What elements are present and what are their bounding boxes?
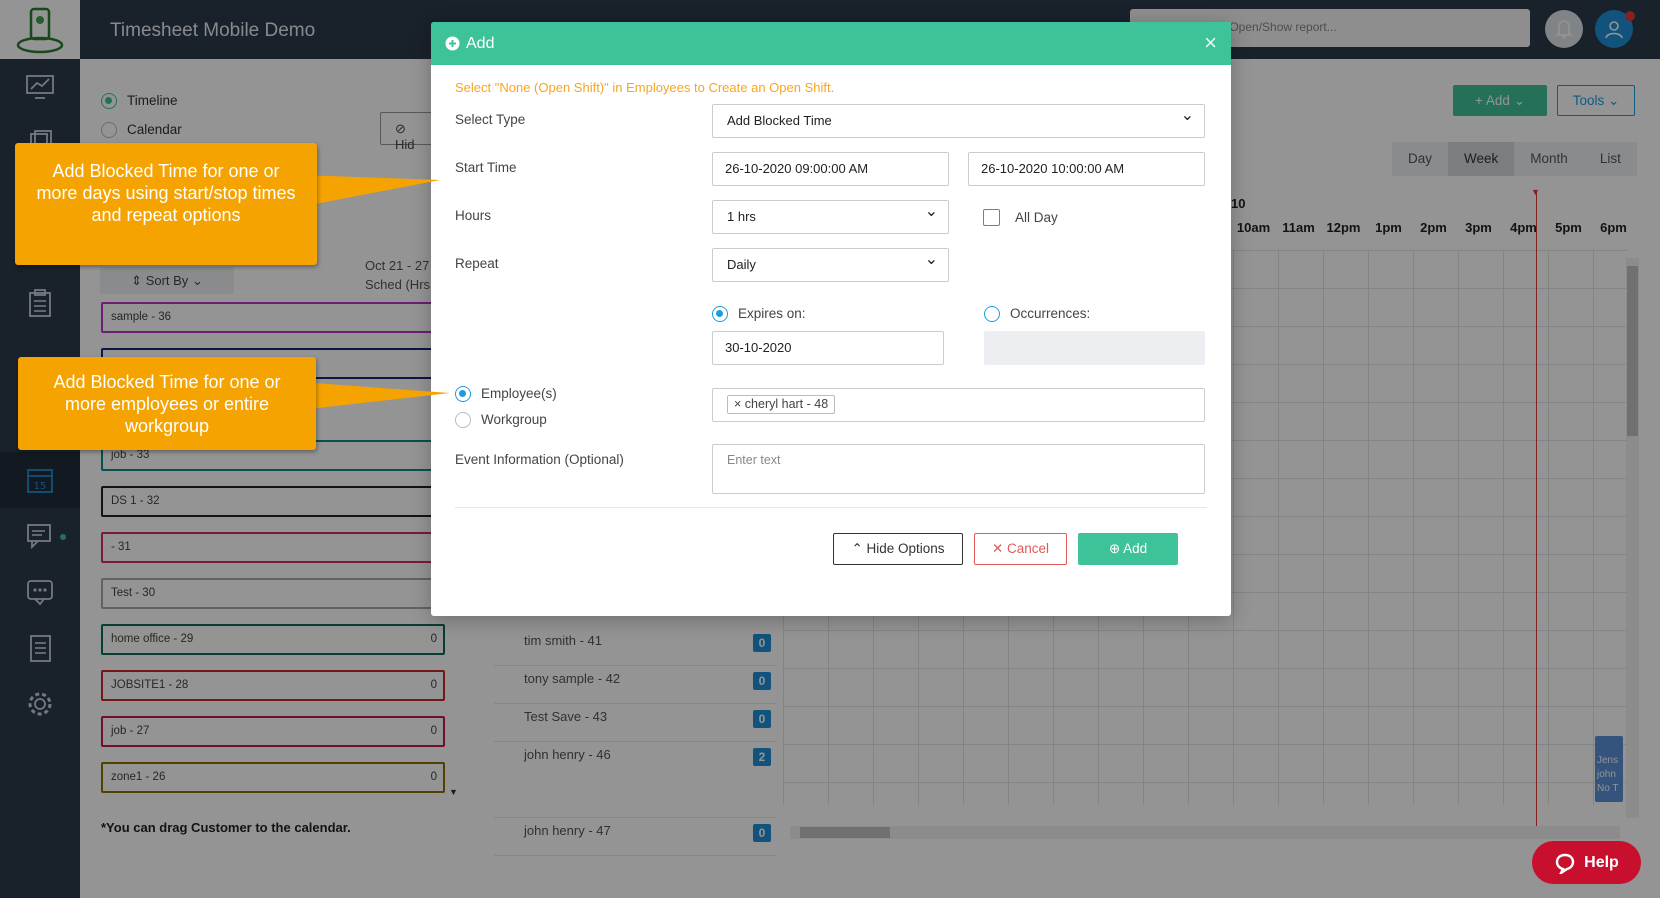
all-day-checkbox[interactable] (983, 209, 1000, 226)
employees-label: Employee(s) (481, 386, 557, 401)
employees-radio[interactable] (455, 386, 471, 403)
occurrences-input[interactable] (984, 331, 1205, 365)
chat-bubble-icon (1555, 853, 1575, 874)
repeat-label: Repeat (455, 256, 499, 271)
selected-employee-name: cheryl hart - 48 (744, 397, 829, 411)
help-label: Help (1584, 853, 1619, 871)
callout-pointer (300, 382, 450, 410)
chevron-up-icon: ⌃ (851, 541, 863, 556)
occurrences-label: Occurrences: (1010, 306, 1091, 321)
employees-option[interactable]: Employee(s) (455, 386, 557, 403)
start-time-label: Start Time (455, 160, 517, 175)
add-button[interactable]: ⊕ Add (1078, 533, 1178, 565)
occurrences-option[interactable]: Occurrences: (984, 306, 1091, 323)
workgroup-label: Workgroup (481, 412, 547, 427)
hours-label: Hours (455, 208, 492, 223)
expires-on-radio[interactable] (712, 306, 728, 323)
cancel-label: Cancel (1007, 541, 1050, 556)
all-day-label: All Day (1015, 210, 1058, 225)
hours-dropdown[interactable]: 1 hrs (712, 196, 949, 234)
expires-on-label: Expires on: (738, 306, 806, 321)
repeat-dropdown[interactable]: Daily (712, 244, 949, 282)
cancel-button[interactable]: ✕ Cancel (974, 533, 1067, 565)
help-button[interactable]: Help (1532, 841, 1641, 884)
selected-employee-tag[interactable]: × cheryl hart - 48 (727, 395, 836, 414)
employees-multiselect[interactable]: × cheryl hart - 48 (712, 388, 1205, 422)
modal-header: Add × (431, 22, 1231, 65)
remove-tag-icon[interactable]: × (734, 397, 741, 411)
end-time-input[interactable]: 26-10-2020 10:00:00 AM (968, 152, 1205, 186)
workgroup-option[interactable]: Workgroup (455, 412, 547, 429)
event-info-label: Event Information (Optional) (455, 452, 624, 467)
select-type-label: Select Type (455, 112, 526, 127)
callout-employees-workgroup: Add Blocked Time for one or more employe… (18, 357, 316, 450)
modal-title: Add (466, 34, 495, 52)
close-icon[interactable]: × (1204, 32, 1217, 54)
workgroup-radio[interactable] (455, 412, 471, 429)
hide-options-label: Hide Options (866, 541, 945, 556)
plus-circle-icon: ⊕ (1108, 541, 1121, 556)
close-icon: ✕ (991, 541, 1004, 556)
expires-on-input[interactable]: 30-10-2020 (712, 331, 944, 365)
start-time-input[interactable]: 26-10-2020 09:00:00 AM (712, 152, 949, 186)
add-label: Add (1123, 541, 1148, 556)
occurrences-radio[interactable] (984, 306, 1000, 323)
select-type-dropdown[interactable]: Add Blocked Time (712, 100, 1205, 138)
hide-options-button[interactable]: ⌃ Hide Options (833, 533, 963, 565)
expires-on-option[interactable]: Expires on: (712, 306, 806, 323)
plus-circle-icon (445, 36, 460, 51)
add-modal: Add × Select "None (Open Shift)" in Empl… (431, 22, 1231, 616)
modal-divider (455, 507, 1207, 508)
callout-pointer (300, 175, 440, 207)
open-shift-note: Select "None (Open Shift)" in Employees … (455, 80, 835, 95)
callout-repeat-options: Add Blocked Time for one or more days us… (15, 143, 317, 265)
event-info-textarea[interactable]: Enter text (712, 444, 1205, 494)
